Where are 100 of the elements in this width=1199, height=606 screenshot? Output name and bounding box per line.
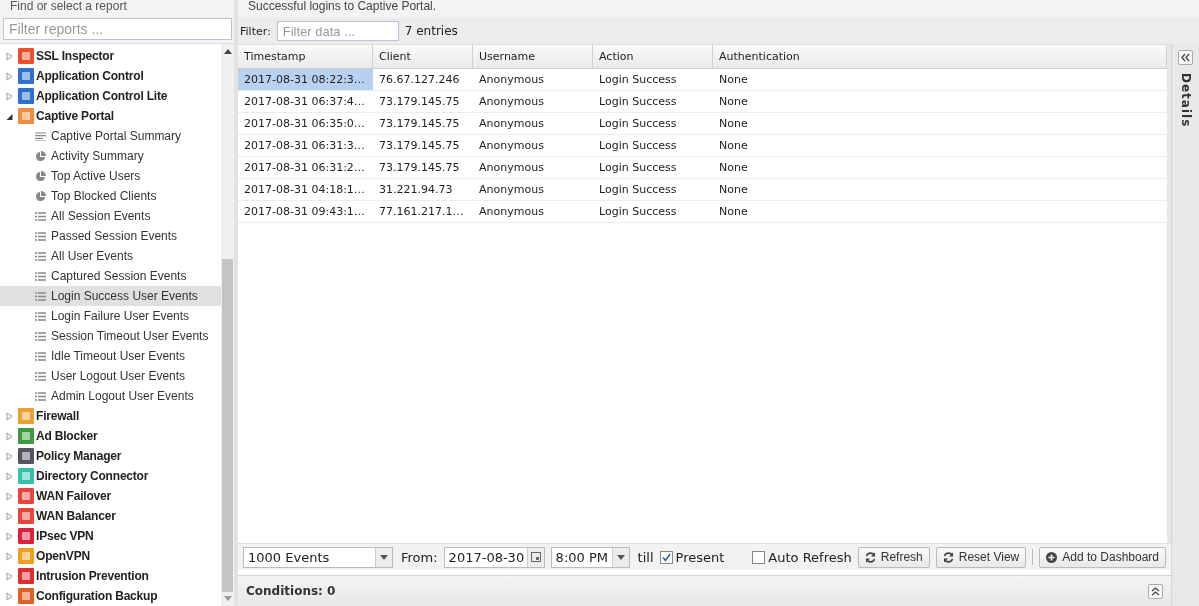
table-cell-text: 2017-08-31 04:18:1…	[243, 182, 366, 198]
tree-group[interactable]: OpenVPN	[36, 549, 90, 563]
table-cell-text: Anonymous	[478, 138, 545, 154]
auto-refresh-checkbox[interactable]: Auto Refresh	[752, 549, 852, 565]
panel-title: Find or select a report	[0, 0, 234, 15]
tree-group[interactable]: WAN Balancer	[36, 509, 116, 523]
report-item[interactable]: Activity Summary	[0, 146, 221, 166]
list-icon	[35, 251, 46, 261]
details-panel[interactable]: Details	[1171, 44, 1199, 606]
tree-group[interactable]: Application Control	[36, 69, 144, 83]
table-cell-text: Anonymous	[478, 94, 545, 110]
table-cell-text: 73.179.145.75	[378, 116, 461, 132]
tree-group[interactable]: Configuration Backup	[36, 589, 158, 603]
table-cell-text: Login Success	[598, 160, 678, 176]
list-icon	[35, 271, 46, 281]
scrollbar[interactable]	[221, 44, 234, 606]
column-header[interactable]: Username	[473, 45, 593, 68]
table-cell-text: Login Success	[598, 138, 678, 154]
table-cell-text: None	[718, 72, 749, 88]
report-item[interactable]: Passed Session Events	[0, 226, 221, 246]
tree-group[interactable]: Firewall	[36, 409, 80, 423]
filter-field[interactable]: Filter reports ...	[3, 18, 232, 40]
refresh-button[interactable]: Refresh	[857, 546, 930, 568]
scroll-down-arrow-icon[interactable]	[223, 596, 232, 601]
date-field[interactable]: 2017-08-30	[443, 546, 545, 568]
tree-group[interactable]: Directory Connector	[36, 469, 149, 483]
column-header[interactable]: Client	[373, 45, 473, 68]
data-filter-field[interactable]: Filter data ...	[276, 21, 399, 41]
table-cell-text: 31.221.94.73	[378, 182, 454, 198]
tree-group[interactable]: Intrusion Prevention	[36, 569, 149, 583]
from-label: From:	[401, 549, 438, 565]
collapse-icon[interactable]	[1178, 50, 1193, 65]
reset-view-button[interactable]: Reset View	[935, 546, 1027, 568]
report-item[interactable]: Top Blocked Clients	[0, 186, 221, 206]
report-item[interactable]: User Logout User Events	[0, 366, 221, 386]
add-to-dashboard-button[interactable]: Add to Dashboard	[1039, 546, 1166, 568]
tree-group[interactable]: SSL Inspector	[36, 49, 114, 63]
time-dropdown[interactable]: 8:00 PM	[550, 546, 630, 568]
tree-group[interactable]: Ad Blocker	[36, 429, 98, 443]
tree-group[interactable]: Application Control Lite	[36, 89, 168, 103]
expander-icon[interactable]	[6, 111, 13, 121]
tree-group[interactable]: Captive Portal	[36, 109, 114, 123]
conditions-title: Conditions: 0	[246, 584, 336, 598]
table-cell-text: None	[718, 204, 749, 220]
tree-group[interactable]: WAN Failover	[36, 489, 111, 503]
report-item[interactable]: Captive Portal Summary	[0, 126, 221, 146]
table-cell-text: 73.179.145.75	[378, 160, 461, 176]
refresh-icon	[942, 551, 954, 563]
table-cell-text: 2017-08-31 09:43:1…	[243, 204, 366, 220]
tree-group[interactable]: IPsec VPN	[36, 529, 94, 543]
table-cell-text: Login Success	[598, 116, 678, 132]
table-cell-text: Anonymous	[478, 72, 545, 88]
table-cell-text: None	[718, 116, 749, 132]
report-item[interactable]: All User Events	[0, 246, 221, 266]
table-cell-text: None	[718, 182, 749, 198]
till-label: till	[637, 549, 654, 565]
list-icon	[35, 311, 46, 321]
entry-count: 7 entries	[404, 24, 458, 38]
report-item[interactable]: Session Timeout User Events	[0, 326, 221, 346]
report-item[interactable]: Admin Logout User Events	[0, 386, 221, 406]
report-item[interactable]: All Session Events	[0, 206, 221, 226]
table-cell-text: 2017-08-31 06:31:3…	[243, 138, 366, 154]
table-cell-text: 2017-08-31 06:31:2…	[243, 160, 366, 176]
present-checkbox[interactable]: Present	[659, 549, 725, 565]
list-icon	[35, 351, 46, 361]
table-cell-text: Login Success	[598, 94, 678, 110]
conditions-bar[interactable]: Conditions: 0	[238, 575, 1171, 606]
table-cell-text: None	[718, 138, 749, 154]
list-icon	[35, 231, 46, 241]
tree-group[interactable]: Policy Manager	[36, 449, 122, 463]
report-item[interactable]: Captured Session Events	[0, 266, 221, 286]
checkmark-icon	[661, 552, 671, 562]
report-item[interactable]: Login Failure User Events	[0, 306, 221, 326]
pie-chart-icon	[35, 190, 46, 202]
table-cell-text: None	[718, 160, 749, 176]
pie-chart-icon	[35, 170, 46, 182]
table-cell-text: Anonymous	[478, 204, 545, 220]
scroll-up-arrow-icon[interactable]	[223, 49, 232, 54]
table-cell-text: Login Success	[598, 182, 678, 198]
report-item[interactable]: Top Active Users	[0, 166, 221, 186]
table-cell-text: Anonymous	[478, 116, 545, 132]
list-icon	[35, 371, 46, 381]
table-cell: 2017-08-31 08:22:3…	[238, 69, 373, 90]
column-header[interactable]: Authentication	[713, 45, 1167, 68]
pie-chart-icon	[35, 150, 46, 162]
table-cell-text: Login Success	[598, 204, 678, 220]
column-header[interactable]: Timestamp	[238, 45, 373, 68]
report-item[interactable]: Login Success User Events	[0, 286, 221, 306]
list-icon	[35, 331, 46, 341]
table-cell-text: None	[718, 94, 749, 110]
calendar-icon	[530, 552, 541, 562]
event-limit-dropdown[interactable]: 1000 Events	[243, 546, 393, 568]
report-item[interactable]: Idle Timeout User Events	[0, 346, 221, 366]
filter-label: Filter:	[240, 24, 271, 38]
scroll-thumb[interactable]	[222, 259, 233, 592]
table-cell-text: Anonymous	[478, 160, 545, 176]
table-cell-text: Login Success	[598, 72, 678, 88]
column-header[interactable]: Action	[593, 45, 713, 68]
caret-icon	[616, 554, 625, 560]
expand-icon[interactable]	[1148, 583, 1163, 599]
